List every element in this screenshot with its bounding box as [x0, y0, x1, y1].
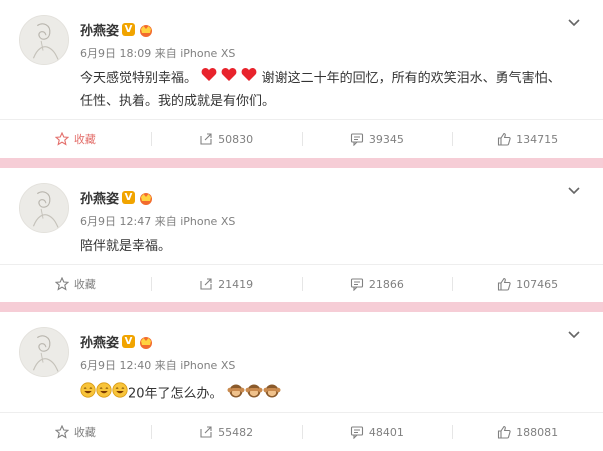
- vip-crown-icon: [140, 192, 153, 205]
- repost-icon: [200, 278, 212, 290]
- comment-button[interactable]: 21866: [301, 265, 453, 303]
- post-content: 20年了怎么办。: [80, 382, 573, 406]
- user-name[interactable]: 孙燕姿: [80, 188, 119, 207]
- like-count: 107465: [516, 277, 559, 291]
- chevron-down-icon[interactable]: [567, 330, 581, 340]
- heart-emoji: [201, 67, 217, 90]
- vip-crown-icon: [140, 336, 153, 349]
- monkey-emoji: [263, 382, 281, 406]
- like-button[interactable]: 107465: [452, 265, 603, 303]
- repost-count: 50830: [218, 132, 254, 146]
- avatar[interactable]: [19, 327, 69, 377]
- repost-icon: [200, 426, 212, 438]
- comment-icon: [350, 133, 363, 146]
- star-icon: [54, 425, 69, 439]
- grin-emoji: [96, 382, 112, 406]
- verified-badge-icon: V: [122, 23, 136, 36]
- post-time[interactable]: 6月9日 18:09: [80, 47, 151, 60]
- comment-count: 39345: [368, 132, 404, 146]
- post-content: 陪伴就是幸福。: [80, 235, 573, 258]
- verified-badge-icon: V: [122, 335, 136, 348]
- verified-badge-icon: V: [122, 191, 136, 204]
- repost-button[interactable]: 21419: [150, 265, 302, 303]
- post-text: 20年了怎么办。: [128, 386, 223, 402]
- repost-count: 55482: [218, 425, 254, 439]
- like-icon: [498, 425, 511, 439]
- like-icon: [498, 277, 511, 291]
- post-source: 来自 iPhone XS: [154, 215, 236, 228]
- repost-icon: [200, 133, 212, 145]
- post-meta: 6月9日 12:40 来自 iPhone XS: [80, 357, 235, 373]
- favorite-button[interactable]: 收藏: [0, 265, 151, 303]
- favorite-label: 收藏: [73, 278, 96, 291]
- like-count: 134715: [516, 132, 559, 146]
- repost-count: 21419: [218, 277, 254, 291]
- favorite-label: 收藏: [73, 133, 96, 146]
- comment-count: 48401: [368, 425, 404, 439]
- like-count: 188081: [516, 425, 559, 439]
- user-name-row: 孙燕姿 V: [80, 20, 154, 39]
- user-name[interactable]: 孙燕姿: [80, 332, 119, 351]
- repost-button[interactable]: 50830: [150, 120, 302, 158]
- star-icon: [54, 132, 69, 146]
- post-card: 孙燕姿 V 6月9日 12:40 来自 iPhone XS 20年了怎么办。 收…: [0, 312, 603, 451]
- comment-button[interactable]: 48401: [301, 413, 453, 451]
- action-bar: 收藏 55482 48401 188081: [0, 413, 603, 451]
- like-button[interactable]: 134715: [452, 120, 603, 158]
- post-text: 陪伴就是幸福。: [80, 239, 172, 254]
- like-icon: [498, 132, 511, 146]
- grin-emoji: [112, 382, 128, 406]
- grin-emoji: [80, 382, 96, 406]
- user-name-row: 孙燕姿 V: [80, 188, 154, 207]
- post-card: 孙燕姿 V 6月9日 12:47 来自 iPhone XS 陪伴就是幸福。 收藏…: [0, 168, 603, 302]
- avatar[interactable]: [19, 15, 69, 65]
- avatar[interactable]: [19, 183, 69, 233]
- like-button[interactable]: 188081: [452, 413, 603, 451]
- monkey-emoji: [227, 382, 245, 406]
- post-time[interactable]: 6月9日 12:47: [80, 215, 151, 228]
- monkey-emoji: [245, 382, 263, 406]
- user-name[interactable]: 孙燕姿: [80, 20, 119, 39]
- post-meta: 6月9日 12:47 来自 iPhone XS: [80, 213, 235, 229]
- comment-button[interactable]: 39345: [301, 120, 453, 158]
- vip-crown-icon: [140, 24, 153, 37]
- post-source: 来自 iPhone XS: [154, 47, 236, 60]
- action-bar: 收藏 21419 21866 107465: [0, 265, 603, 303]
- comment-icon: [350, 278, 363, 291]
- heart-emoji: [241, 67, 257, 90]
- post-content: 今天感觉特别幸福。 谢谢这二十年的回忆，所有的欢笑泪水、勇气害怕、任性、执着。我…: [80, 67, 573, 113]
- user-name-row: 孙燕姿 V: [80, 332, 154, 351]
- star-icon: [54, 277, 69, 291]
- favorite-button[interactable]: 收藏: [0, 120, 151, 158]
- post-meta: 6月9日 18:09 来自 iPhone XS: [80, 45, 235, 61]
- post-source: 来自 iPhone XS: [154, 359, 236, 372]
- heart-emoji: [221, 67, 237, 90]
- favorite-label: 收藏: [73, 426, 96, 439]
- comment-icon: [350, 426, 363, 439]
- comment-count: 21866: [368, 277, 404, 291]
- chevron-down-icon[interactable]: [567, 186, 581, 196]
- repost-button[interactable]: 55482: [150, 413, 302, 451]
- post-text: 今天感觉特别幸福。: [80, 71, 198, 86]
- chevron-down-icon[interactable]: [567, 18, 581, 28]
- post-time[interactable]: 6月9日 12:40: [80, 359, 151, 372]
- action-bar: 收藏 50830 39345 134715: [0, 120, 603, 158]
- post-card: 孙燕姿 V 6月9日 18:09 来自 iPhone XS 今天感觉特别幸福。 …: [0, 0, 603, 158]
- favorite-button[interactable]: 收藏: [0, 413, 151, 451]
